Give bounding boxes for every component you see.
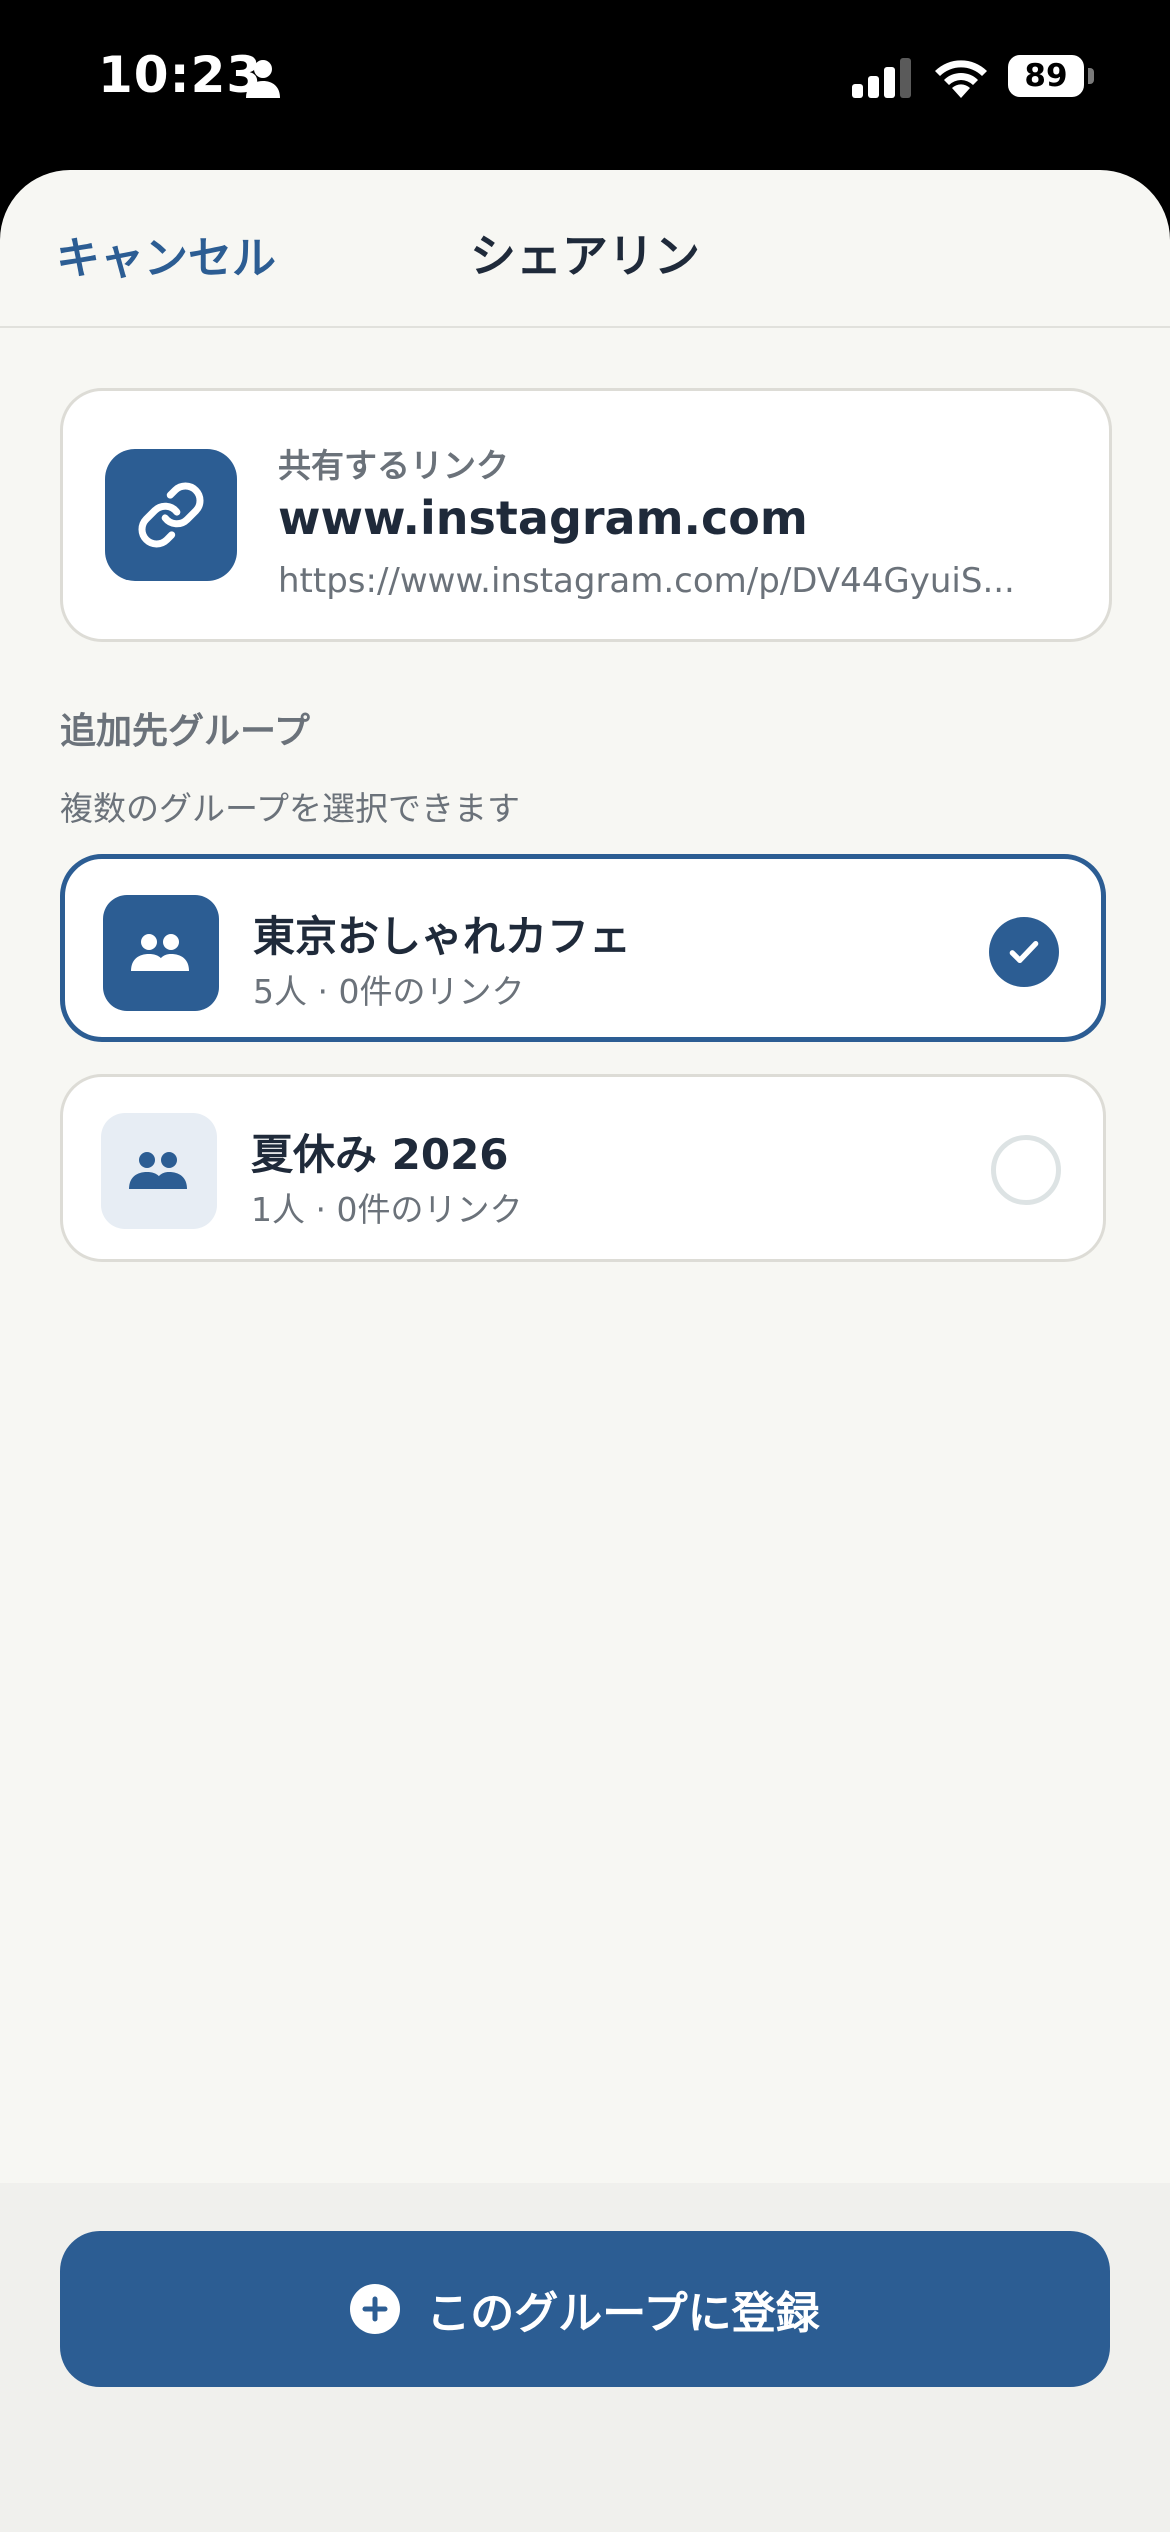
- people-icon: [103, 895, 219, 1011]
- register-to-group-button[interactable]: このグループに登録: [60, 2231, 1110, 2387]
- person-icon: [246, 60, 280, 98]
- link-url: https://www.instagram.com/p/DV44GyuiS...: [278, 561, 1015, 601]
- link-caption: 共有するリンク: [278, 446, 509, 485]
- link-icon: [105, 449, 237, 581]
- share-sheet: キャンセル シェアリン 共有するリンク www.instagram.com ht…: [0, 170, 1170, 2532]
- status-time: 10:23: [98, 46, 263, 104]
- status-bar: 10:23 89: [0, 0, 1170, 160]
- wifi-icon: [935, 60, 987, 98]
- group-item-tokyo-cafe[interactable]: 東京おしゃれカフェ 5人 · 0件のリンク: [60, 854, 1106, 1042]
- groups-section-title: 追加先グループ: [60, 711, 310, 752]
- register-button-label: このグループに登録: [426, 2288, 820, 2339]
- group-name: 夏休み 2026: [251, 1130, 509, 1179]
- group-name: 東京おしゃれカフェ: [253, 912, 632, 961]
- group-meta: 1人 · 0件のリンク: [251, 1190, 523, 1229]
- selected-check-icon[interactable]: [989, 917, 1059, 987]
- groups-section-subtitle: 複数のグループを選択できます: [60, 789, 521, 828]
- battery-level: 89: [1024, 58, 1068, 94]
- nav-title: シェアリン: [470, 229, 700, 283]
- unselected-radio-icon[interactable]: [991, 1135, 1061, 1205]
- link-domain: www.instagram.com: [278, 491, 808, 545]
- footer: このグループに登録: [0, 2183, 1170, 2532]
- plus-circle-icon: [350, 2284, 401, 2334]
- battery-indicator: 89: [1008, 55, 1096, 99]
- group-item-summer-2026[interactable]: 夏休み 2026 1人 · 0件のリンク: [60, 1074, 1106, 1262]
- people-icon: [101, 1113, 217, 1229]
- nav-bar: キャンセル シェアリン: [0, 170, 1170, 328]
- shared-link-card: 共有するリンク www.instagram.com https://www.in…: [60, 388, 1112, 642]
- cellular-signal-icon: [852, 58, 911, 98]
- group-meta: 5人 · 0件のリンク: [253, 972, 525, 1011]
